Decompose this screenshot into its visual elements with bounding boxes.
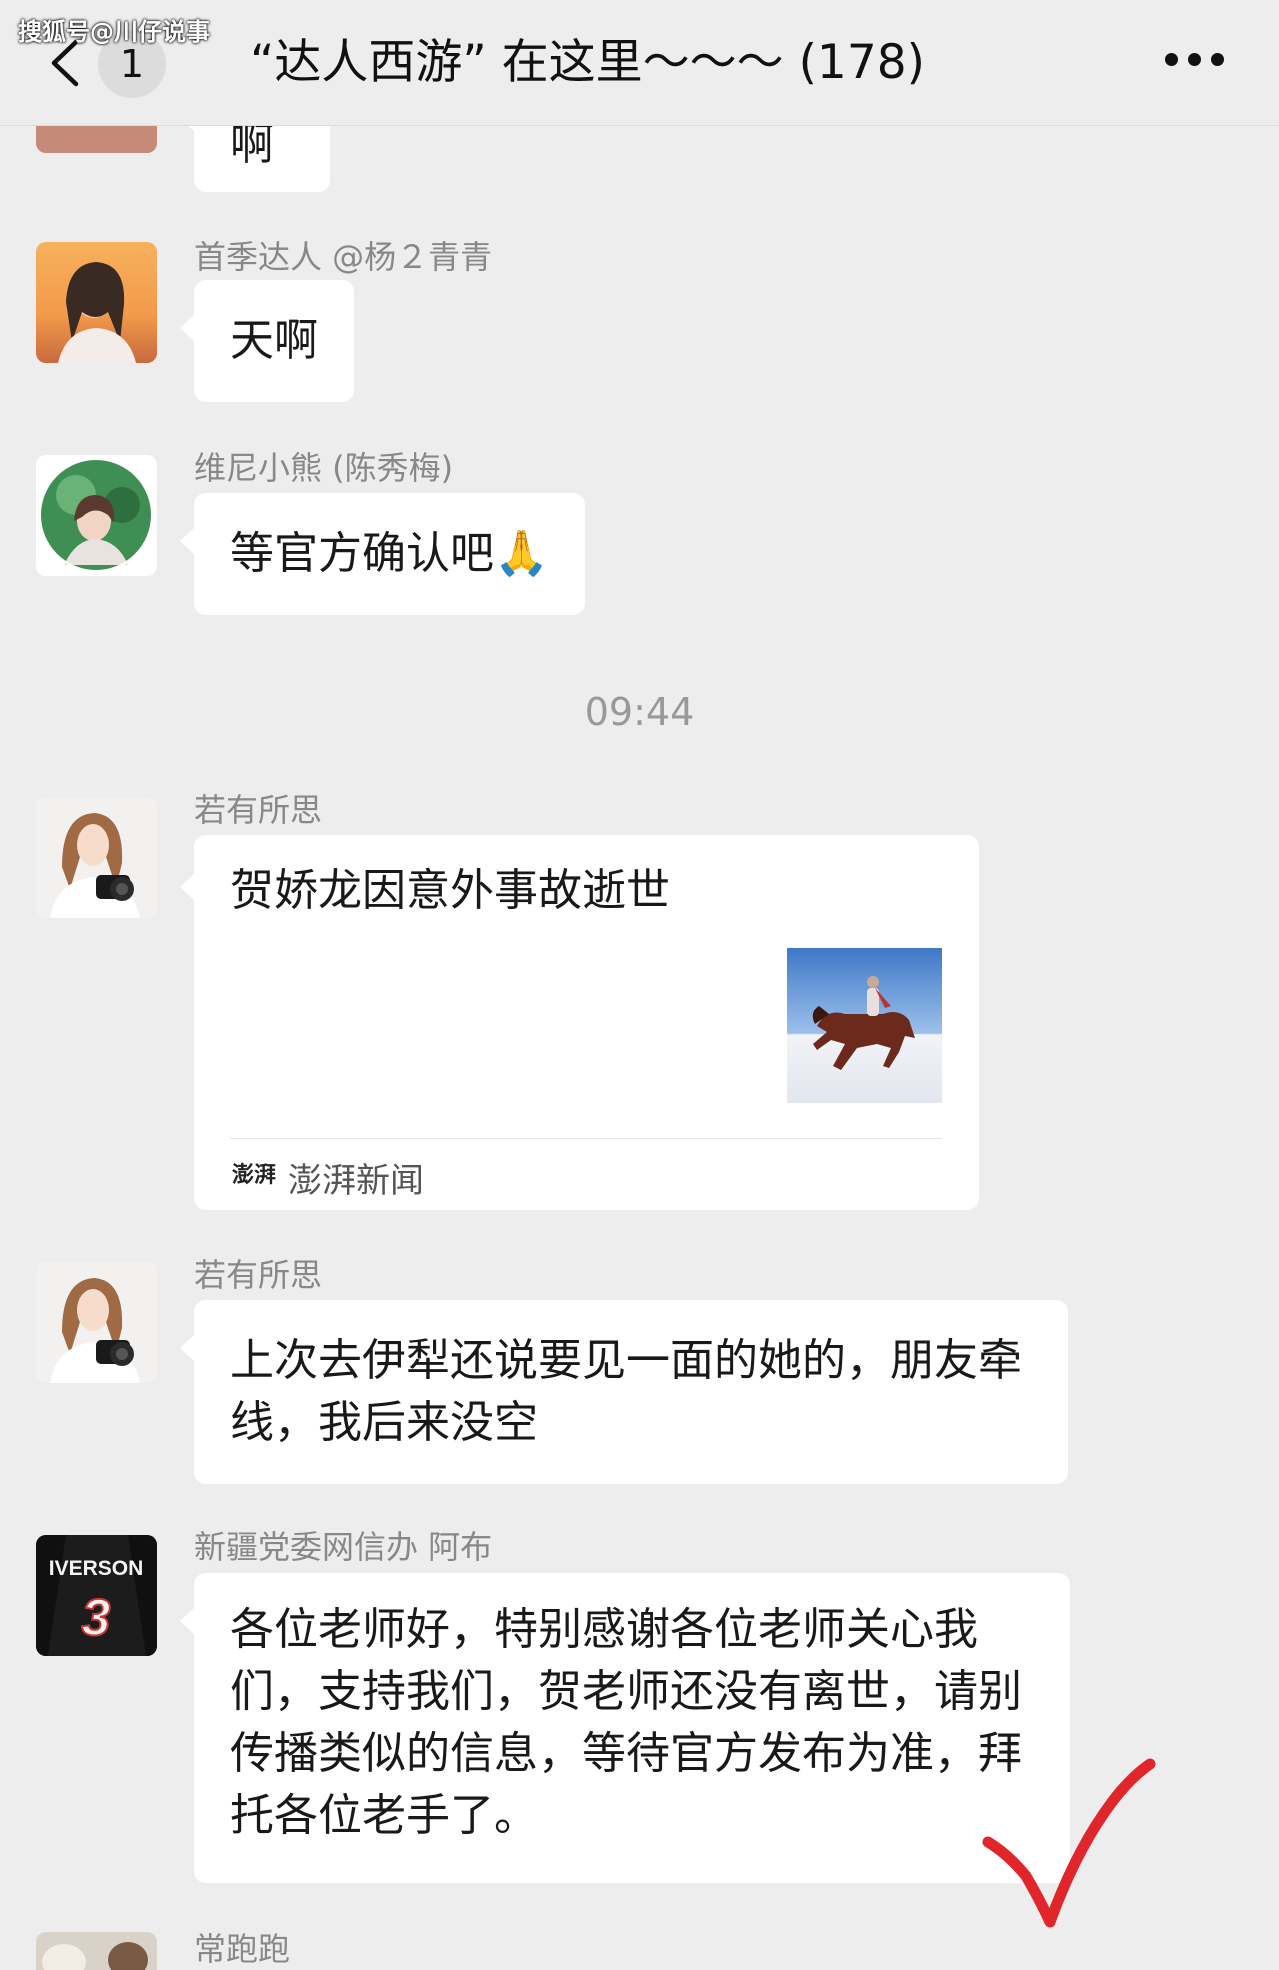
jersey-name-text: IVERSON bbox=[49, 1557, 144, 1580]
watermark: 搜狐号@川仔说事 bbox=[18, 18, 210, 46]
jersey-number-text: 3 bbox=[82, 1589, 111, 1647]
sender-name: 常跑跑 bbox=[194, 1930, 291, 1968]
message-bubble[interactable]: 各位老师好，特别感谢各位老师关心我们，支持我们，贺老师还没有离世，请别传播类似的… bbox=[180, 1573, 1070, 1883]
news-link-card[interactable]: 贺娇龙因意外事故逝世 澎湃 澎湃新闻 bbox=[180, 835, 979, 1210]
chat-timestamp: 09:44 bbox=[584, 690, 695, 734]
sender-name: 若有所思 bbox=[194, 791, 323, 829]
chat-title: “达人西游” 在这里～～～ (178) bbox=[250, 35, 925, 90]
card-divider bbox=[230, 1138, 942, 1139]
thepaper-logo: 澎湃 bbox=[232, 1162, 277, 1188]
message-bubble[interactable]: 天啊 bbox=[180, 280, 354, 402]
checkmark-stroke bbox=[982, 1758, 1156, 1928]
avatar[interactable]: IVERSON 3 bbox=[36, 1535, 157, 1656]
sender-name: 新疆党委网信办 阿布 bbox=[194, 1528, 493, 1566]
red-checkmark-annotation bbox=[982, 1758, 1156, 1928]
avatar[interactable] bbox=[36, 1262, 157, 1383]
avatar[interactable] bbox=[36, 797, 157, 918]
card-thumbnail-horse-rider bbox=[787, 948, 942, 1103]
avatar[interactable] bbox=[36, 455, 157, 576]
avatar[interactable] bbox=[36, 1932, 157, 1970]
avatar[interactable] bbox=[36, 242, 157, 363]
message-bubble[interactable]: 等官方确认吧🙏 bbox=[180, 493, 585, 615]
card-source-name: 澎湃新闻 bbox=[288, 1161, 424, 1201]
sender-name: 维尼小熊 (陈秀梅) bbox=[194, 449, 454, 487]
message-bubble[interactable]: 上次去伊犁还说要见一面的她的，朋友牵线，我后来没空 bbox=[180, 1300, 1068, 1484]
sender-name: 首季达人 @杨２青青 bbox=[194, 238, 493, 276]
card-title: 贺娇龙因意外事故逝世 bbox=[230, 865, 670, 916]
more-options-icon[interactable] bbox=[1165, 50, 1225, 70]
sender-name: 若有所思 bbox=[194, 1256, 323, 1294]
